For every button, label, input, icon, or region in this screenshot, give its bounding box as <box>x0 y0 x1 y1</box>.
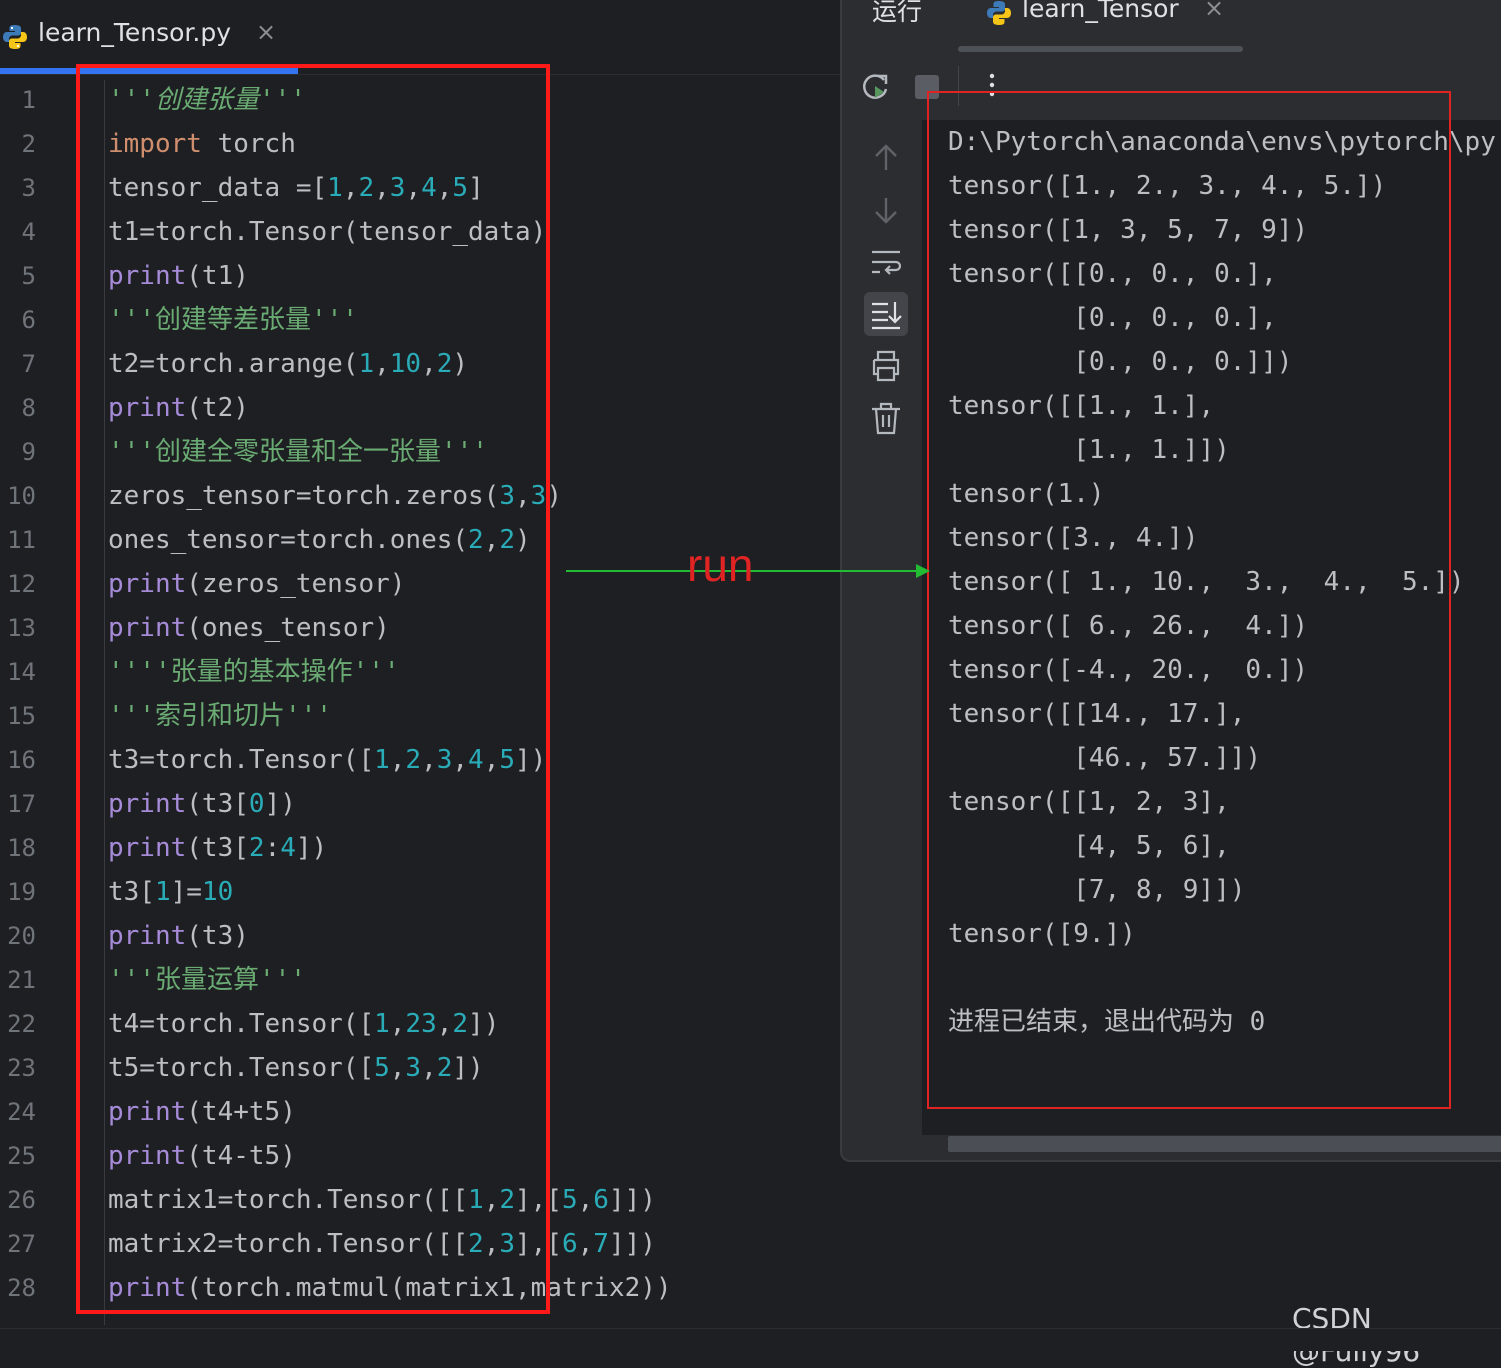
line-number: 21 <box>7 966 36 994</box>
line-number: 17 <box>7 790 36 818</box>
line-number: 2 <box>21 130 36 158</box>
code-token: 6 <box>593 1185 609 1215</box>
line-number: 3 <box>21 174 36 202</box>
line-number: 22 <box>7 1010 36 1038</box>
line-number: 26 <box>7 1186 36 1214</box>
status-strip <box>0 1328 1501 1351</box>
python-icon <box>987 1 1011 25</box>
trash-icon[interactable] <box>868 400 904 436</box>
line-number: 7 <box>21 350 36 378</box>
line-number: 1 <box>21 86 36 114</box>
line-number: 10 <box>7 482 36 510</box>
scroll-to-end-icon <box>872 302 902 330</box>
line-number: 27 <box>7 1230 36 1258</box>
scroll-to-end-toggle[interactable] <box>864 292 908 336</box>
code-token: , <box>577 1229 594 1259</box>
line-number: 24 <box>7 1098 36 1126</box>
output-highlight-box <box>927 91 1451 1109</box>
code-token: ]]) <box>608 1229 656 1259</box>
editor-tab-title: learn_Tensor.py <box>38 18 231 47</box>
scroll-up-icon[interactable] <box>868 140 904 176</box>
run-tab-learn-tensor[interactable]: learn_Tensor × <box>958 0 1243 52</box>
line-number: 13 <box>7 614 36 642</box>
soft-wrap-icon[interactable] <box>868 244 904 280</box>
line-number: 20 <box>7 922 36 950</box>
print-icon[interactable] <box>868 348 904 384</box>
line-number-gutter: 1 2 3 4 5 6 7 8 9 10 11 12 13 14 15 16 17 18 19 20 21 22 23 24 2… <box>0 78 60 1328</box>
code-token: 7 <box>593 1229 609 1259</box>
horizontal-scrollbar[interactable] <box>948 1136 1501 1152</box>
line-number: 14 <box>7 658 36 686</box>
line-number: 19 <box>7 878 36 906</box>
line-number: 23 <box>7 1054 36 1082</box>
line-number: 12 <box>7 570 36 598</box>
line-number: 9 <box>21 438 36 466</box>
line-number: 18 <box>7 834 36 862</box>
scroll-down-icon[interactable] <box>868 192 904 228</box>
line-number: 25 <box>7 1142 36 1170</box>
line-number: 5 <box>21 262 36 290</box>
code-token: 5 <box>561 1185 578 1215</box>
run-label: run <box>687 539 754 591</box>
code-token: , <box>577 1185 594 1215</box>
console-side-toolbar <box>842 120 922 1160</box>
code-highlight-box <box>76 64 550 1314</box>
line-number: 16 <box>7 746 36 774</box>
line-number: 11 <box>7 526 36 554</box>
close-icon[interactable]: × <box>1204 0 1224 22</box>
run-header: 运行 learn_Tensor × <box>842 0 1501 52</box>
code-token: 6 <box>561 1229 578 1259</box>
run-window-title: 运行 <box>872 0 923 26</box>
line-number: 4 <box>21 218 36 246</box>
close-icon[interactable]: × <box>256 18 276 46</box>
line-number: 6 <box>21 306 36 334</box>
active-tab-indicator <box>958 46 1243 52</box>
line-number: 15 <box>7 702 36 730</box>
editor-tab-learn-tensor[interactable]: learn_Tensor.py × <box>0 0 298 74</box>
line-number: 8 <box>21 394 36 422</box>
code-token: ]]) <box>608 1185 656 1215</box>
line-number: 28 <box>7 1274 36 1302</box>
rerun-icon[interactable] <box>858 70 894 106</box>
python-icon <box>3 25 27 49</box>
run-tab-title: learn_Tensor <box>1022 0 1179 23</box>
